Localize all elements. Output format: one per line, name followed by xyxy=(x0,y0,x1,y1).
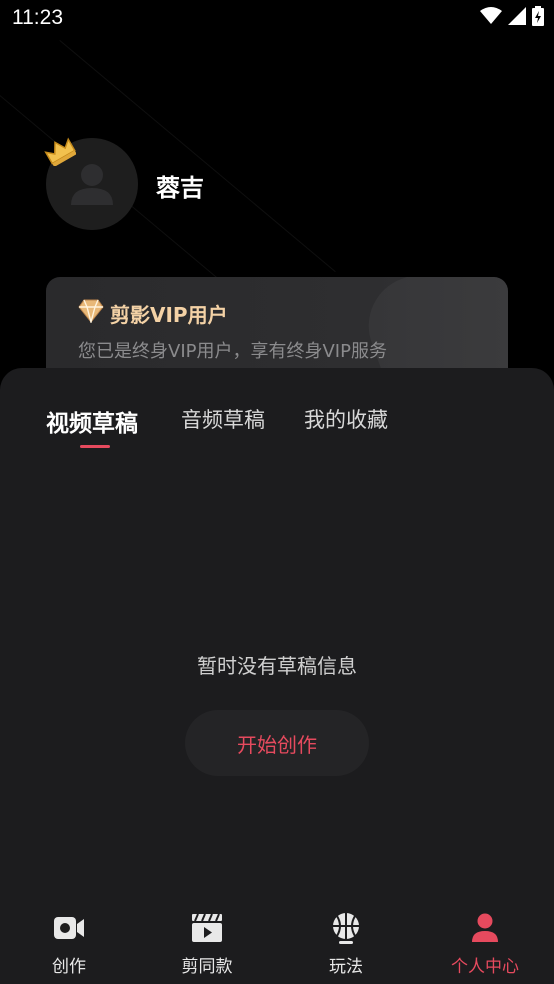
tab-audio-drafts[interactable]: 音频草稿 xyxy=(181,404,265,434)
nav-item-profile[interactable]: 个人中心 xyxy=(416,896,554,984)
tab-video-drafts[interactable]: 视频草稿 xyxy=(46,404,138,438)
nav-label-template: 剪同款 xyxy=(181,957,233,977)
person-icon xyxy=(472,913,498,942)
empty-state-message: 暂时没有草稿信息 xyxy=(197,654,357,678)
default-avatar-icon xyxy=(71,164,113,205)
video-camera-icon xyxy=(54,917,84,939)
nav-item-play[interactable]: 玩法 xyxy=(277,896,415,984)
crown-icon xyxy=(44,137,76,166)
status-icons xyxy=(480,6,544,26)
diamond-icon xyxy=(78,299,104,323)
nav-label-play: 玩法 xyxy=(329,957,363,977)
tab-favorites[interactable]: 我的收藏 xyxy=(304,404,388,434)
wifi-icon xyxy=(480,7,502,24)
battery-icon xyxy=(532,6,544,26)
start-creating-button[interactable]: 开始创作 xyxy=(185,710,369,776)
bottom-nav: 创作 剪同款 玩法 个人中心 xyxy=(0,896,554,984)
vip-title: 剪影VIP用户 xyxy=(110,303,228,327)
nav-item-create[interactable]: 创作 xyxy=(0,896,138,984)
active-tab-indicator xyxy=(80,445,110,448)
clapperboard-icon xyxy=(192,913,222,942)
basketball-icon xyxy=(333,913,359,944)
signal-icon xyxy=(508,7,526,25)
vip-description: 您已是终身VIP用户，享有终身VIP服务 xyxy=(78,341,387,362)
nav-label-profile: 个人中心 xyxy=(451,957,519,977)
username: 蓉吉 xyxy=(156,174,204,202)
status-time: 11:23 xyxy=(12,6,63,29)
nav-label-create: 创作 xyxy=(52,957,86,977)
nav-item-template[interactable]: 剪同款 xyxy=(138,896,276,984)
